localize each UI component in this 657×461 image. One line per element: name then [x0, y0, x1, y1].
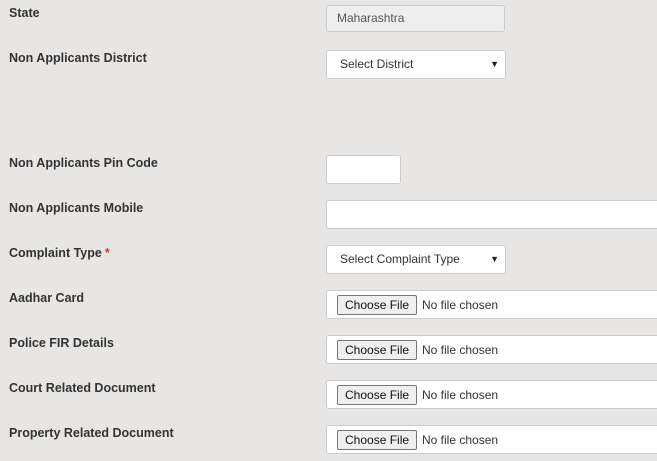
- complaint-type-label-text: Complaint Type: [9, 246, 102, 260]
- dropdown-arrow-icon: ▼: [490, 59, 499, 69]
- district-label: Non Applicants District: [9, 51, 147, 65]
- court-document-file-status: No file chosen: [422, 388, 499, 402]
- state-label: State: [9, 6, 40, 20]
- district-select[interactable]: Select District ▼: [326, 50, 506, 79]
- district-select-value: Select District: [340, 57, 414, 71]
- state-field: Maharashtra: [326, 5, 505, 32]
- property-document-label: Property Related Document: [9, 426, 174, 440]
- aadhar-card-file-input: Choose File No file chosen: [326, 290, 657, 319]
- court-document-file-input: Choose File No file chosen: [326, 380, 657, 409]
- pin-code-input[interactable]: [326, 155, 401, 184]
- aadhar-card-file-status: No file chosen: [422, 298, 499, 312]
- court-document-choose-file-button[interactable]: Choose File: [337, 385, 418, 405]
- complaint-type-select-value: Select Complaint Type: [340, 252, 460, 266]
- required-marker: *: [104, 246, 110, 260]
- police-fir-file-input: Choose File No file chosen: [326, 335, 657, 364]
- police-fir-choose-file-button[interactable]: Choose File: [337, 340, 418, 360]
- property-document-file-input: Choose File No file chosen: [326, 425, 657, 454]
- property-document-file-status: No file chosen: [422, 433, 499, 447]
- pin-code-label: Non Applicants Pin Code: [9, 156, 158, 170]
- complaint-type-select[interactable]: Select Complaint Type ▼: [326, 245, 506, 274]
- mobile-input[interactable]: [326, 200, 657, 229]
- police-fir-file-status: No file chosen: [422, 343, 499, 357]
- police-fir-label: Police FIR Details: [9, 336, 114, 350]
- complaint-type-label: Complaint Type *: [9, 246, 110, 260]
- aadhar-card-label: Aadhar Card: [9, 291, 85, 305]
- court-document-label: Court Related Document: [9, 381, 156, 395]
- property-document-choose-file-button[interactable]: Choose File: [337, 430, 418, 450]
- dropdown-arrow-icon: ▼: [490, 254, 499, 264]
- mobile-label: Non Applicants Mobile: [9, 201, 144, 215]
- aadhar-card-choose-file-button[interactable]: Choose File: [337, 295, 418, 315]
